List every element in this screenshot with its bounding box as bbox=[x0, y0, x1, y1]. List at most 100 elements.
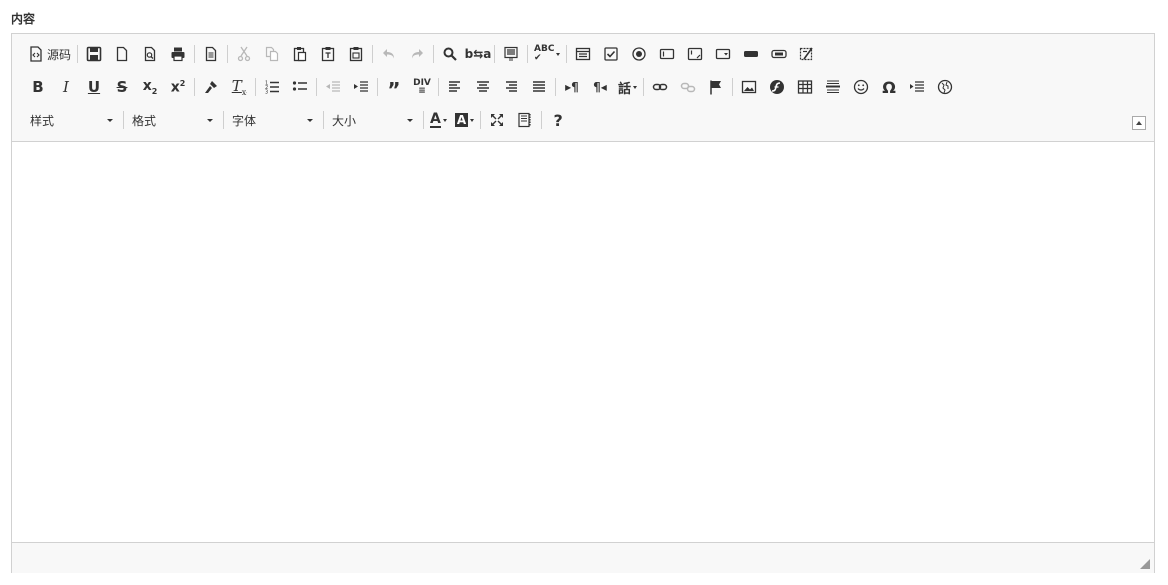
field-label: 内容 bbox=[11, 12, 36, 26]
source-button[interactable]: 源码 bbox=[24, 41, 75, 67]
bulleted-list-button[interactable] bbox=[286, 74, 314, 100]
strike-button[interactable]: S bbox=[108, 74, 136, 100]
unlink-button[interactable] bbox=[674, 74, 702, 100]
paste-button[interactable] bbox=[286, 41, 314, 67]
italic-button[interactable]: I bbox=[52, 74, 80, 100]
checkbox-icon bbox=[603, 46, 619, 62]
cut-icon bbox=[236, 46, 252, 62]
templates-button[interactable] bbox=[197, 41, 225, 67]
bg-color-button[interactable]: A bbox=[451, 107, 478, 133]
smiley-button[interactable] bbox=[847, 74, 875, 100]
anchor-button[interactable] bbox=[702, 74, 730, 100]
underline-button[interactable]: U bbox=[80, 74, 108, 100]
editor-content-area[interactable] bbox=[12, 142, 1154, 542]
styles-dropdown[interactable]: 样式 bbox=[24, 107, 121, 133]
justify-icon bbox=[531, 79, 547, 95]
separator bbox=[323, 111, 324, 129]
button-button[interactable] bbox=[737, 41, 765, 67]
undo-icon bbox=[381, 46, 397, 62]
bold-button[interactable]: B bbox=[24, 74, 52, 100]
horizontal-rule-icon bbox=[825, 79, 841, 95]
justify-button[interactable] bbox=[525, 74, 553, 100]
undo-button[interactable] bbox=[375, 41, 403, 67]
flash-button[interactable] bbox=[763, 74, 791, 100]
select-icon bbox=[715, 46, 731, 62]
copy-icon bbox=[264, 46, 280, 62]
outdent-button[interactable] bbox=[319, 74, 347, 100]
form-icon bbox=[575, 46, 591, 62]
copy-button[interactable] bbox=[258, 41, 286, 67]
bulleted-list-icon bbox=[292, 79, 308, 95]
image-button[interactable] bbox=[735, 74, 763, 100]
separator bbox=[372, 45, 374, 63]
language-button[interactable]: 話 bbox=[614, 74, 641, 100]
blockquote-button[interactable]: ” bbox=[380, 74, 408, 100]
iframe-button[interactable] bbox=[931, 74, 959, 100]
paste-text-button[interactable] bbox=[314, 41, 342, 67]
styles-dropdown-label: 样式 bbox=[30, 113, 55, 128]
find-button[interactable] bbox=[436, 41, 464, 67]
numbered-list-button[interactable]: 123 bbox=[258, 74, 286, 100]
show-blocks-button[interactable] bbox=[511, 107, 539, 133]
form-button[interactable] bbox=[569, 41, 597, 67]
redo-button[interactable] bbox=[403, 41, 431, 67]
ltr-button[interactable]: ▸¶ bbox=[558, 74, 586, 100]
help-icon: ? bbox=[553, 110, 563, 130]
horizontal-rule-button[interactable] bbox=[819, 74, 847, 100]
print-button[interactable] bbox=[164, 41, 192, 67]
create-div-button[interactable]: DIV ≡ bbox=[408, 74, 436, 100]
superscript-button[interactable]: x2 bbox=[164, 74, 192, 100]
special-char-icon: Ω bbox=[882, 77, 896, 97]
radio-button[interactable] bbox=[625, 41, 653, 67]
iframe-icon bbox=[937, 79, 953, 95]
hidden-field-button[interactable] bbox=[793, 41, 821, 67]
checkbox-button[interactable] bbox=[597, 41, 625, 67]
indent-button[interactable] bbox=[347, 74, 375, 100]
special-char-button[interactable]: Ω bbox=[875, 74, 903, 100]
rtl-button[interactable]: ¶◂ bbox=[586, 74, 614, 100]
remove-format-button[interactable]: Tx bbox=[225, 74, 253, 100]
page-break-button[interactable] bbox=[903, 74, 931, 100]
copy-formatting-icon bbox=[203, 79, 219, 95]
format-dropdown-label: 格式 bbox=[132, 113, 157, 128]
align-left-icon bbox=[447, 79, 463, 95]
textfield-button[interactable] bbox=[653, 41, 681, 67]
text-color-button[interactable]: A bbox=[426, 107, 451, 133]
image-button-button[interactable] bbox=[765, 41, 793, 67]
toolbar-row-3: 样式 格式 字体 大小 A A ? bbox=[24, 107, 572, 133]
textarea-button[interactable] bbox=[681, 41, 709, 67]
help-button[interactable]: ? bbox=[544, 107, 572, 133]
ltr-icon: ▸¶ bbox=[565, 80, 579, 94]
font-dropdown[interactable]: 字体 bbox=[226, 107, 321, 133]
font-dropdown-label: 字体 bbox=[232, 113, 257, 128]
new-page-button[interactable] bbox=[108, 41, 136, 67]
link-button[interactable] bbox=[646, 74, 674, 100]
collapse-toolbar-button[interactable] bbox=[1132, 116, 1146, 130]
link-icon bbox=[652, 79, 668, 95]
select-all-button[interactable] bbox=[497, 41, 525, 67]
align-right-button[interactable] bbox=[497, 74, 525, 100]
select-button[interactable] bbox=[709, 41, 737, 67]
table-button[interactable] bbox=[791, 74, 819, 100]
flash-icon bbox=[769, 79, 785, 95]
spellcheck-button[interactable]: ABC ✔ bbox=[530, 41, 564, 67]
copy-formatting-button[interactable] bbox=[197, 74, 225, 100]
new-page-icon bbox=[114, 46, 130, 62]
paste-word-button[interactable] bbox=[342, 41, 370, 67]
remove-format-icon: Tx bbox=[231, 77, 247, 97]
resize-handle-icon[interactable] bbox=[1140, 559, 1150, 569]
rtl-icon: ¶◂ bbox=[593, 80, 607, 94]
strike-icon: S bbox=[116, 78, 128, 96]
align-left-button[interactable] bbox=[441, 74, 469, 100]
subscript-button[interactable]: x2 bbox=[136, 74, 164, 100]
cut-button[interactable] bbox=[230, 41, 258, 67]
replace-button[interactable]: b⇆a bbox=[464, 41, 492, 67]
maximize-button[interactable] bbox=[483, 107, 511, 133]
preview-button[interactable] bbox=[136, 41, 164, 67]
anchor-icon bbox=[708, 79, 724, 95]
align-center-button[interactable] bbox=[469, 74, 497, 100]
format-dropdown[interactable]: 格式 bbox=[126, 107, 221, 133]
save-button[interactable] bbox=[80, 41, 108, 67]
separator bbox=[566, 45, 568, 63]
size-dropdown[interactable]: 大小 bbox=[326, 107, 421, 133]
